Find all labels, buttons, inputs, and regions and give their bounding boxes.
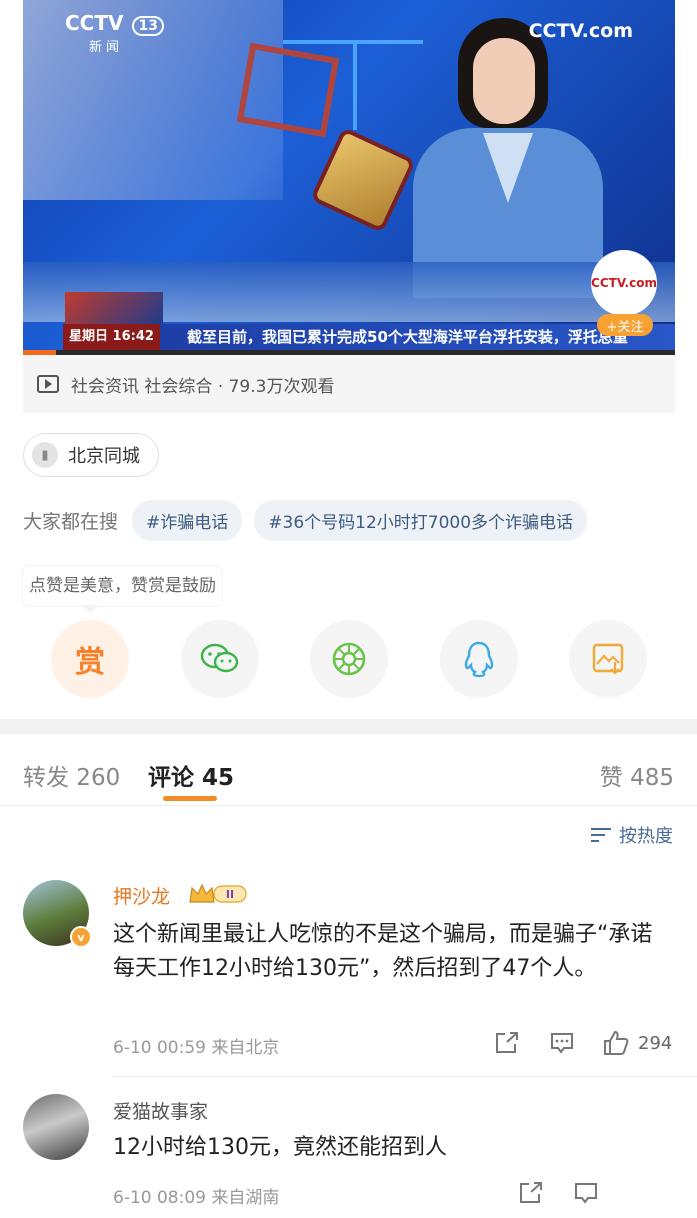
video-frame-decoration xyxy=(236,42,340,138)
tab-likes[interactable]: 赞 485 xyxy=(600,758,674,792)
location-chip[interactable]: ▮ 北京同城 xyxy=(23,433,159,477)
sort-icon xyxy=(591,826,611,844)
comment-username[interactable]: 押沙龙 xyxy=(113,882,170,909)
active-tab-indicator xyxy=(163,796,217,801)
sort-label: 按热度 xyxy=(619,826,673,847)
ticker-thumbnail xyxy=(65,292,163,324)
comment-text: 12小时给130元，竟然还能招到人 xyxy=(113,1135,447,1160)
news-ticker: 星期日 16:42 截至目前，我国已累计完成50个大型海洋平台浮托安装，浮托总重 xyxy=(63,324,675,350)
moments-icon xyxy=(332,642,366,676)
reward-tooltip: 点赞是美意，赞赏是鼓励 xyxy=(23,566,222,606)
trending-search: 大家都在搜 #诈骗电话 #36个号码12小时打7000多个诈骗电话 xyxy=(23,500,599,541)
vip-crown-icon: II xyxy=(189,883,247,903)
save-image-button[interactable] xyxy=(569,620,647,698)
publisher-avatar[interactable]: CCTV.com xyxy=(591,250,657,316)
channel-logo: CCTV 13 新闻 xyxy=(65,12,164,59)
video-meta-text: 社会资讯 社会综合 · 79.3万次观看 xyxy=(71,376,335,397)
moments-share-button[interactable] xyxy=(310,620,388,698)
search-tag[interactable]: #诈骗电话 xyxy=(132,500,243,541)
video-play-icon xyxy=(37,375,59,393)
location-label: 北京同城 xyxy=(68,446,140,467)
repost-icon[interactable] xyxy=(518,1181,544,1205)
brand-logo: CCTV.com xyxy=(528,20,633,42)
comment-icon[interactable] xyxy=(573,1181,599,1205)
save-image-icon xyxy=(592,643,624,675)
channel-sub: 新闻 xyxy=(89,40,124,55)
tab-forward[interactable]: 转发 260 xyxy=(23,758,120,792)
follow-button[interactable]: +关注 xyxy=(597,314,653,336)
channel-logo-text: CCTV xyxy=(65,11,124,35)
like-count: 294 xyxy=(638,1033,673,1054)
wechat-share-button[interactable] xyxy=(181,620,259,698)
comment-time: 6-10 08:09 来自湖南 xyxy=(113,1188,280,1208)
comment-icon[interactable] xyxy=(549,1031,575,1055)
section-divider xyxy=(0,719,697,734)
search-tag[interactable]: #36个号码12小时打7000多个诈骗电话 xyxy=(254,500,588,541)
avatar[interactable] xyxy=(23,1094,89,1160)
comment-username[interactable]: 爱猫故事家 xyxy=(113,1097,208,1124)
share-row: 赏 xyxy=(51,620,647,700)
sim-chip-image xyxy=(309,126,417,234)
qq-share-button[interactable] xyxy=(440,620,518,698)
tooltip-arrow xyxy=(82,605,98,613)
like-icon[interactable] xyxy=(602,1029,630,1057)
reward-button[interactable]: 赏 xyxy=(51,620,129,698)
comment-time: 6-10 00:59 来自北京 xyxy=(113,1038,280,1058)
wechat-icon xyxy=(200,643,239,673)
comment-text: 这个新闻里最让人吃惊的不是这个骗局，而是骗子“承诺每天工作12小时给130元”，… xyxy=(113,922,653,981)
news-anchor-figure xyxy=(413,18,603,298)
trending-search-label: 大家都在搜 xyxy=(23,511,119,533)
vip-level: II xyxy=(226,888,234,901)
ticker-day: 星期日 16:42 xyxy=(63,324,160,350)
building-icon: ▮ xyxy=(32,442,58,468)
verified-badge-icon: v xyxy=(70,926,92,948)
video-player[interactable]: CCTV 13 新闻 CCTV.com 星期日 16:42 截至目前，我国已累计… xyxy=(23,0,675,355)
sort-button[interactable]: 按热度 xyxy=(591,822,673,848)
channel-number: 13 xyxy=(132,16,164,36)
video-frame-decoration xyxy=(353,40,357,130)
video-meta-bar: 社会资讯 社会综合 · 79.3万次观看 xyxy=(23,355,675,413)
feed-tabs: 转发 260 评论 45 赞 485 xyxy=(0,734,697,806)
qq-icon xyxy=(464,641,494,678)
repost-icon[interactable] xyxy=(494,1031,520,1055)
comment-separator xyxy=(113,1076,697,1077)
tab-comments[interactable]: 评论 45 xyxy=(148,758,234,792)
